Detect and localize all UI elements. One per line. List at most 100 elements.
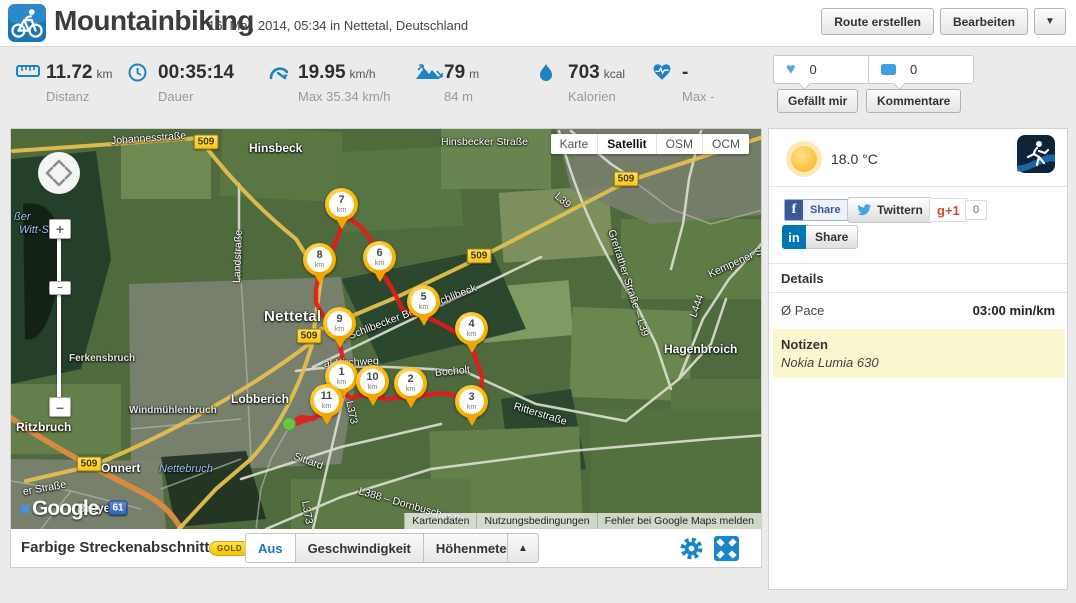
runtastic-app-icon [1017, 135, 1055, 173]
ruler-icon [16, 63, 40, 84]
comment-bubble-icon [881, 64, 896, 75]
linkedin-share-button[interactable]: in Share [782, 225, 858, 249]
map-type-osm[interactable]: OSM [656, 134, 702, 154]
clock-icon [128, 63, 147, 87]
linkedin-share-label: Share [806, 225, 858, 249]
stat-label: 84 m [444, 89, 479, 104]
google-logo[interactable]: Google [21, 497, 98, 521]
map-label: Hinsbeck [249, 141, 302, 155]
map-label: Ferkensbruch [69, 353, 135, 364]
zoom-slider-handle[interactable]: – [49, 281, 71, 295]
heart-icon: ♥ [786, 62, 796, 78]
segments-title: Farbige Streckenabschnitte [21, 539, 218, 556]
collapse-segments-button[interactable]: ▲ [507, 533, 539, 563]
attribution-link[interactable]: Nutzungsbedingungen [476, 513, 596, 529]
road-badge-61: 61 [108, 501, 127, 516]
route-marker-7km[interactable]: 7km [325, 188, 358, 221]
notes-box: Notizen Nokia Lumia 630 [773, 329, 1065, 378]
stat-duration: 00:35:14 Dauer [128, 62, 238, 104]
map-label: Johannesstraße [111, 130, 187, 147]
map-type-satellit[interactable]: Satellit [597, 134, 655, 154]
attribution-link[interactable]: Kartendaten [404, 513, 476, 529]
twitter-share-button[interactable]: Twittern [847, 197, 933, 223]
stat-unit: m [469, 67, 479, 81]
segment-option-aus[interactable]: Aus [245, 533, 296, 563]
pace-row: Ø Pace 03:00 min/km [769, 293, 1067, 327]
details-panel: 18.0 °C f Share Twittern g+1 0 in Share … [768, 128, 1068, 590]
zoom-slider-track[interactable] [57, 229, 61, 407]
create-route-button[interactable]: Route erstellen [821, 8, 934, 35]
map-pan-control[interactable] [37, 151, 81, 195]
more-actions-button[interactable]: ▼ [1034, 8, 1066, 35]
map-label: L39 [552, 190, 573, 210]
segment-option-geschwindigkeit[interactable]: Geschwindigkeit [295, 533, 424, 563]
googleplus-count: 0 [965, 200, 987, 220]
page-header: Mountainbiking 16. Mai, 2014, 05:34 in N… [0, 0, 1076, 47]
stat-label: Kalorien [568, 89, 625, 104]
map-label: Nettetal [264, 308, 321, 325]
fullscreen-icon[interactable] [714, 536, 739, 561]
stat-value: 19.95 [298, 62, 346, 84]
gold-badge: GOLD [209, 541, 250, 556]
map-label: L444 [687, 293, 706, 319]
stat-distance: 11.72km Distanz [16, 62, 113, 104]
route-marker-2km[interactable]: 2km [394, 367, 427, 400]
route-marker-3km[interactable]: 3km [455, 385, 488, 418]
zoom-in-button[interactable]: + [49, 219, 71, 239]
edit-button[interactable]: Bearbeiten [940, 8, 1028, 35]
flame-icon [538, 63, 554, 88]
divider [769, 186, 1067, 187]
zoom-out-button[interactable]: – [49, 397, 71, 417]
like-count-box: ♥ 0 [773, 55, 879, 84]
route-marker-10km[interactable]: 10km [356, 365, 389, 398]
mountains-icon [414, 63, 444, 86]
stat-calories: 703 kcal Kalorien [538, 62, 625, 104]
map-label: Hagenbroich [664, 342, 737, 356]
stat-label: Distanz [46, 89, 113, 104]
comment-button[interactable]: Kommentare [866, 89, 961, 113]
googleplus-button[interactable]: g+1 [929, 198, 968, 222]
map[interactable]: JohannesstraßeHinsbeckHinsbecker Straßeß… [11, 129, 761, 529]
map-label: Bocholt [434, 364, 470, 379]
route-marker-6km[interactable]: 6km [363, 241, 396, 274]
map-label: Lobberich [231, 392, 289, 406]
route-marker-11km[interactable]: 11km [310, 384, 343, 417]
segment-options: AusGeschwindigkeitHöhenmeter [245, 533, 525, 563]
facebook-share-button[interactable]: f Share [784, 199, 849, 221]
map-label: er Straße [22, 478, 67, 497]
road-badge-509: 509 [297, 329, 322, 344]
google-logo-mark [21, 505, 29, 513]
map-type-control: KarteSatellitOSMOCM [551, 134, 749, 154]
stat-unit: kcal [604, 67, 625, 81]
like-button[interactable]: Gefällt mir [777, 89, 858, 113]
stat-value: 11.72 [46, 62, 93, 84]
map-settings-gear-icon[interactable] [679, 536, 704, 561]
route-marker-8km[interactable]: 8km [303, 243, 336, 276]
route-marker-4km[interactable]: 4km [455, 312, 488, 345]
map-label: Nettebruch [159, 463, 213, 475]
map-label: Onnert [101, 461, 140, 475]
facebook-icon: f [785, 200, 803, 220]
road-badge-509: 509 [467, 249, 492, 264]
route-marker-5km[interactable]: 5km [407, 285, 440, 318]
pace-value: 03:00 min/km [973, 303, 1055, 318]
stat-heart-rate: - Max - [652, 62, 715, 104]
stat-value: 703 [568, 62, 600, 84]
road-badge-509: 509 [614, 172, 639, 187]
route-marker-9km[interactable]: 9km [323, 307, 356, 340]
road-badge-509: 509 [194, 135, 219, 150]
linkedin-icon: in [782, 225, 806, 249]
details-header: Details [769, 263, 1067, 293]
attribution-link[interactable]: Fehler bei Google Maps melden [597, 513, 761, 529]
map-attribution: KartendatenNutzungsbedingungenFehler bei… [404, 513, 761, 529]
speedometer-icon [268, 63, 290, 86]
map-type-karte[interactable]: Karte [551, 134, 598, 154]
map-type-ocm[interactable]: OCM [702, 134, 749, 154]
segments-collapse-wrap: ▲ [508, 533, 539, 563]
stat-unit: km/h [350, 67, 376, 81]
map-label: Ritterstraße [512, 400, 568, 428]
road-badge-509: 509 [77, 457, 102, 472]
stat-value: 79 [444, 62, 465, 84]
like-count: 0 [810, 62, 817, 77]
stat-elevation: 79 m 84 m [414, 62, 479, 104]
